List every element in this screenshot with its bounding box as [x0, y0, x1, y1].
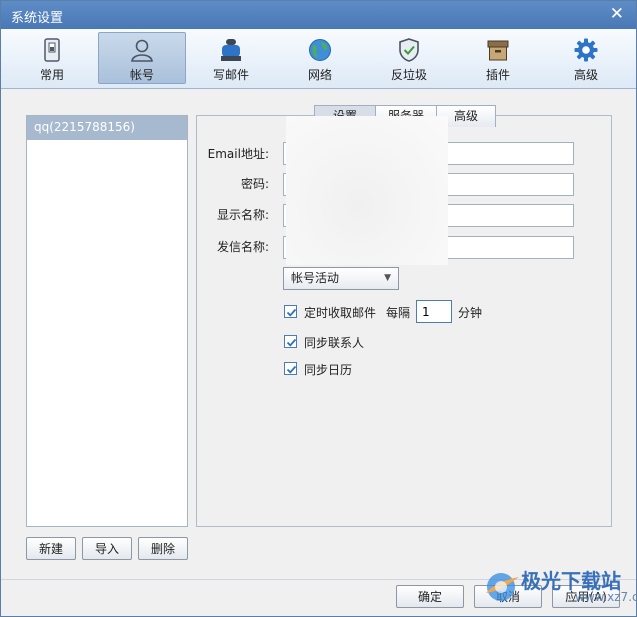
- account-status-select[interactable]: 帐号活动 ▼: [283, 267, 399, 290]
- sync-contacts-checkbox[interactable]: [284, 335, 297, 348]
- list-item[interactable]: qq(2215788156): [27, 116, 187, 140]
- password-label: 密码:: [240, 177, 269, 191]
- account-list: qq(2215788156): [26, 115, 188, 527]
- toolbar-label: 高级: [573, 68, 598, 82]
- settings-toolbar: 常用 帐号 写邮件 网络 反垃圾 插件 高级: [1, 29, 636, 89]
- delete-account-button[interactable]: 删除: [138, 537, 188, 560]
- checkmark-icon: [286, 365, 297, 374]
- sender-name-label: 发信名称:: [216, 240, 269, 254]
- email-label: Email地址:: [207, 147, 269, 161]
- advanced-icon: [574, 38, 598, 62]
- toolbar-item-network[interactable]: 网络: [276, 32, 364, 84]
- new-account-button[interactable]: 新建: [26, 537, 76, 560]
- toolbar-item-compose[interactable]: 写邮件: [187, 32, 275, 84]
- checkmark-icon: [286, 308, 297, 317]
- import-account-button[interactable]: 导入: [82, 537, 132, 560]
- toolbar-label: 反垃圾: [390, 68, 427, 82]
- toolbar-item-advanced[interactable]: 高级: [542, 32, 630, 84]
- chevron-down-icon: ▼: [384, 273, 391, 283]
- toolbar-label: 插件: [485, 68, 510, 82]
- checkmark-icon: [286, 338, 297, 347]
- privacy-blur: [286, 116, 448, 265]
- sync-calendar-label: 同步日历: [304, 363, 353, 377]
- close-icon[interactable]: ✕: [610, 5, 624, 23]
- auto-receive-checkbox[interactable]: [284, 305, 297, 318]
- toolbar-label: 写邮件: [212, 68, 249, 82]
- site-watermark: 极光下载站 www.xz7.com: [479, 563, 636, 615]
- plugin-icon: [487, 40, 509, 61]
- settings-window: 系统设置 ✕ 常用 帐号 写邮件 网络 反垃圾 插件 高级 qq(2215788…: [0, 0, 637, 617]
- general-icon: [44, 38, 60, 62]
- ok-button[interactable]: 确定: [396, 585, 464, 608]
- title-bar: 系统设置 ✕: [1, 1, 636, 29]
- auto-receive-label: 定时收取邮件: [304, 306, 377, 320]
- toolbar-label: 帐号: [129, 68, 154, 82]
- account-status-value: 帐号活动: [291, 271, 340, 285]
- toolbar-label: 常用: [39, 68, 64, 82]
- account-icon: [131, 39, 153, 62]
- network-icon: [309, 39, 331, 61]
- watermark-url: www.xz7.com: [575, 590, 636, 604]
- compose-icon: [221, 39, 241, 61]
- toolbar-label: 网络: [307, 68, 332, 82]
- interval-input[interactable]: [416, 300, 452, 323]
- interval-unit-label: 分钟: [458, 306, 483, 320]
- toolbar-item-general[interactable]: 常用: [8, 32, 96, 84]
- toolbar-item-antispam[interactable]: 反垃圾: [365, 32, 453, 84]
- toolbar-item-plugin[interactable]: 插件: [454, 32, 542, 84]
- window-title: 系统设置: [11, 11, 64, 26]
- interval-prefix-label: 每隔: [386, 306, 411, 320]
- sync-contacts-label: 同步联系人: [304, 336, 365, 350]
- sync-calendar-checkbox[interactable]: [284, 362, 297, 375]
- site-logo-icon: [486, 573, 519, 601]
- antispam-icon: [399, 38, 419, 62]
- display-name-label: 显示名称:: [216, 208, 269, 222]
- toolbar-item-account[interactable]: 帐号: [98, 32, 186, 84]
